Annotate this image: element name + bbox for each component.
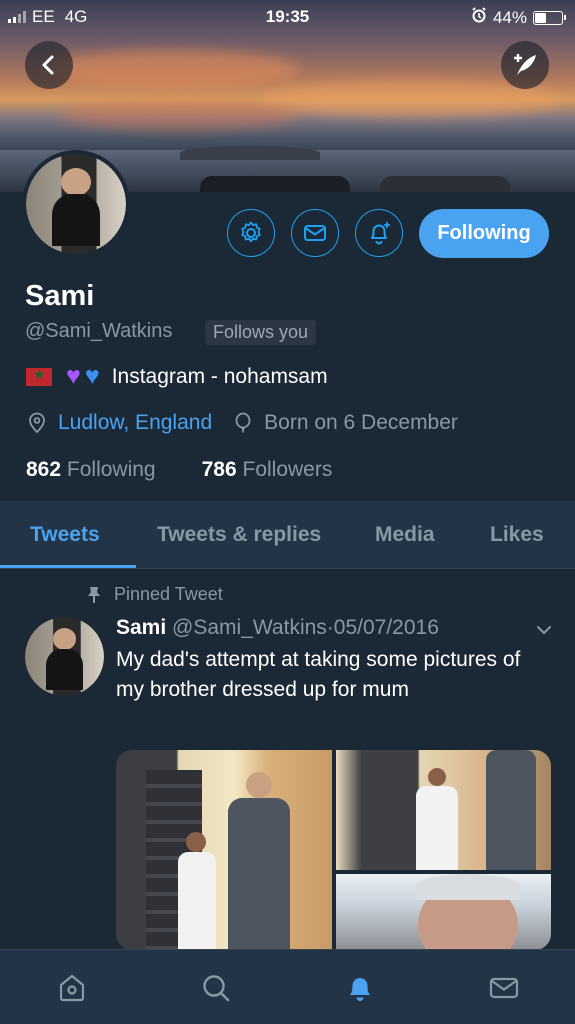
morocco-flag-icon bbox=[26, 366, 52, 386]
alarm-icon bbox=[471, 7, 487, 28]
divider bbox=[0, 568, 575, 569]
profile-handle: @Sami_Watkins bbox=[25, 320, 173, 342]
nav-notifications[interactable] bbox=[342, 970, 378, 1006]
tab-tweets[interactable]: Tweets bbox=[30, 523, 100, 547]
tweet-options-button[interactable] bbox=[534, 620, 554, 645]
pin-icon bbox=[88, 586, 100, 603]
battery-percent: 44% bbox=[492, 7, 527, 27]
home-icon bbox=[59, 974, 85, 1002]
following-label: Following bbox=[66, 458, 156, 481]
battery-fill bbox=[535, 12, 546, 23]
followers-label: Followers bbox=[242, 458, 333, 481]
person-suit bbox=[228, 798, 290, 950]
following-count-link[interactable]: 862 Following bbox=[26, 458, 156, 482]
avatar-body bbox=[45, 648, 84, 690]
tab-tweets-replies[interactable]: Tweets & replies bbox=[157, 523, 321, 547]
profile-tabs: Tweets Tweets & replies Media Likes bbox=[0, 501, 575, 568]
child-body bbox=[178, 852, 216, 950]
settings-button[interactable] bbox=[227, 209, 275, 257]
chevron-down-icon bbox=[537, 626, 551, 635]
following-count: 862 bbox=[26, 458, 62, 481]
search-icon bbox=[203, 975, 230, 1002]
profile-name: Sami bbox=[25, 280, 95, 312]
mail-icon bbox=[489, 977, 519, 999]
profile-location[interactable]: Ludlow, England bbox=[58, 411, 212, 435]
profile-birthday: Born on 6 December bbox=[264, 411, 458, 434]
child-head bbox=[186, 832, 206, 852]
bell-icon bbox=[350, 978, 370, 1001]
balloon-icon bbox=[235, 412, 251, 433]
banner-hill bbox=[180, 146, 320, 160]
tweet-author-handle[interactable]: @Sami_Watkins bbox=[172, 616, 327, 639]
tweet-author-name[interactable]: Sami bbox=[116, 616, 166, 639]
followers-count: 786 bbox=[201, 458, 237, 481]
profile-avatar[interactable] bbox=[22, 150, 130, 258]
followers-count-link[interactable]: 786 Followers bbox=[202, 458, 333, 482]
bottom-navigation bbox=[0, 949, 575, 1024]
battery-icon bbox=[533, 10, 566, 25]
notifications-button[interactable] bbox=[355, 209, 403, 257]
status-right: 44% bbox=[471, 7, 566, 28]
avatar-head bbox=[61, 168, 91, 196]
avatar-body bbox=[52, 194, 100, 246]
purple-heart-icon: ♥ bbox=[66, 362, 81, 390]
tweet-text: My dad's attempt at taking some pictures… bbox=[116, 648, 521, 701]
person-head bbox=[246, 772, 272, 798]
nav-search[interactable] bbox=[198, 970, 234, 1006]
pinned-indicator: Pinned Tweet bbox=[86, 584, 223, 605]
back-button[interactable] bbox=[25, 41, 73, 89]
status-bar: EE 4G 19:35 44% bbox=[0, 0, 575, 34]
separator-dot: · bbox=[326, 616, 334, 639]
blue-heart-icon: ♥ bbox=[84, 362, 100, 390]
back-arrow-icon bbox=[42, 55, 54, 75]
following-button[interactable]: Following bbox=[419, 209, 549, 258]
tweet-media-grid bbox=[116, 750, 551, 950]
compose-tweet-button[interactable] bbox=[501, 41, 549, 89]
profile-bio: ♥ ♥ Instagram - nohamsam bbox=[26, 364, 328, 389]
banner-car bbox=[200, 176, 350, 192]
nav-messages[interactable] bbox=[486, 970, 522, 1006]
child-head bbox=[428, 768, 446, 786]
compose-tweet-icon bbox=[514, 54, 536, 75]
banner-cloud bbox=[40, 50, 300, 90]
tab-media[interactable]: Media bbox=[375, 523, 435, 547]
follows-you-badge: Follows you bbox=[205, 320, 317, 345]
message-button[interactable] bbox=[291, 209, 339, 257]
pinned-label: Pinned Tweet bbox=[114, 584, 223, 604]
hair bbox=[416, 874, 520, 900]
follow-counts: 862 Following 786 Followers bbox=[26, 458, 332, 482]
tweet-date[interactable]: 05/07/2016 bbox=[334, 616, 439, 639]
tweet-author-avatar[interactable] bbox=[25, 617, 104, 696]
nav-home[interactable] bbox=[54, 970, 90, 1006]
gear-icon bbox=[241, 221, 261, 243]
tweet-photo-2[interactable] bbox=[336, 750, 551, 870]
location-pin-icon bbox=[29, 412, 45, 434]
bio-text: Instagram - nohamsam bbox=[111, 364, 328, 388]
tweet-photo-3[interactable] bbox=[336, 874, 551, 950]
banner-car bbox=[380, 176, 510, 192]
profile-meta: Ludlow, England Born on 6 December bbox=[26, 411, 458, 435]
tab-likes[interactable]: Likes bbox=[490, 523, 544, 547]
child-body bbox=[416, 786, 458, 870]
tweet-photo-1[interactable] bbox=[116, 750, 332, 950]
tweet-header: Sami @Sami_Watkins·05/07/2016 bbox=[116, 616, 439, 640]
bell-plus-icon bbox=[371, 222, 390, 245]
person-suit bbox=[486, 750, 536, 870]
banner-cloud bbox=[60, 100, 300, 130]
envelope-icon bbox=[304, 225, 326, 241]
